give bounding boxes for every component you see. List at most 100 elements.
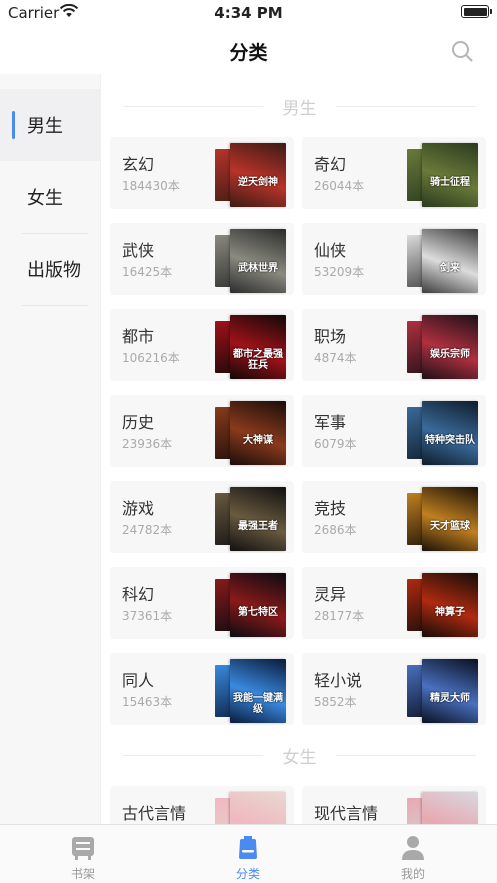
category-card[interactable]: 灵异 28177本 神算子	[302, 567, 486, 639]
category-name: 轻小说	[314, 671, 363, 690]
category-card[interactable]: 古代言情	[110, 786, 294, 824]
category-name: 现代言情	[314, 804, 379, 823]
category-book-count: 106216本	[122, 351, 180, 365]
category-card[interactable]: 武侠 16425本 武林世界	[110, 223, 294, 295]
category-card[interactable]: 仙侠 53209本 剑来	[302, 223, 486, 295]
category-card[interactable]: 科幻 37361本 第七特区	[110, 567, 294, 639]
category-name: 都市	[122, 327, 155, 346]
book-cover-title: 大神谋	[243, 435, 273, 446]
tab-bar: 书架 分类 我的	[0, 824, 497, 883]
category-card[interactable]: 奇幻 26044本 骑士征程	[302, 137, 486, 209]
book-cover-title: 娱乐宗师	[430, 349, 470, 360]
tab-bookshelf[interactable]: 书架	[33, 825, 133, 883]
category-icon	[239, 836, 257, 859]
book-cover-title: 特种突击队	[425, 435, 475, 446]
category-card[interactable]: 历史 23936本 大神谋	[110, 395, 294, 467]
section-header: 女生	[101, 741, 497, 771]
book-cover: 第七特区	[230, 573, 286, 637]
category-name: 科幻	[122, 585, 155, 604]
book-cover-title: 剑来	[440, 263, 460, 274]
sidebar-item-female[interactable]: 女生	[0, 161, 100, 233]
sidebar-item-label: 男生	[27, 116, 63, 137]
category-book-count: 53209本	[314, 265, 365, 279]
book-cover: 大神谋	[230, 401, 286, 465]
category-book-count: 4874本	[314, 351, 357, 365]
category-book-count: 26044本	[314, 179, 365, 193]
app-screen: Carrier 4:34 PM 分类 男生 女生 出版物 男生玄幻 184430本…	[0, 0, 497, 883]
category-card[interactable]: 都市 106216本 都市之最强狂兵	[110, 309, 294, 381]
book-cover-title: 天才篮球	[430, 521, 470, 532]
book-cover-title: 我能一键满级	[233, 693, 283, 715]
category-book-count: 16425本	[122, 265, 173, 279]
sidebar-item-publications[interactable]: 出版物	[0, 233, 100, 305]
category-card[interactable]: 游戏 24782本 最强王者	[110, 481, 294, 553]
category-name: 游戏	[122, 499, 155, 518]
book-cover-title: 神算子	[435, 607, 465, 618]
category-book-count: 6079本	[314, 437, 357, 451]
section-title: 女生	[282, 748, 317, 768]
category-name: 奇幻	[314, 155, 347, 174]
sidebar-item-label: 女生	[27, 188, 63, 209]
category-name: 职场	[314, 327, 347, 346]
category-name: 武侠	[122, 241, 155, 260]
tab-profile[interactable]: 我的	[363, 825, 463, 883]
category-book-count: 24782本	[122, 523, 173, 537]
book-cover: 天才篮球	[422, 487, 478, 551]
category-card[interactable]: 现代言情	[302, 786, 486, 824]
category-book-count: 23936本	[122, 437, 173, 451]
status-time: 4:34 PM	[214, 4, 283, 22]
book-cover: 都市之最强狂兵	[230, 315, 286, 379]
tab-label: 分类	[235, 867, 260, 881]
book-cover: 精灵大师	[422, 659, 478, 723]
tab-category[interactable]: 分类	[198, 825, 298, 883]
tab-label: 我的	[400, 867, 425, 881]
book-cover-title: 都市之最强狂兵	[233, 349, 283, 371]
section-header: 男生	[101, 92, 497, 122]
book-cover-title: 武林世界	[238, 263, 278, 274]
bookshelf-icon	[72, 837, 94, 860]
search-icon[interactable]	[451, 40, 473, 62]
user-icon	[402, 836, 424, 860]
book-cover: 剑来	[422, 229, 478, 293]
category-name: 仙侠	[314, 241, 347, 260]
sidebar-divider	[22, 305, 88, 306]
nav-bar: 分类	[0, 26, 497, 74]
category-card[interactable]: 军事 6079本 特种突击队	[302, 395, 486, 467]
category-name: 竞技	[314, 499, 347, 518]
category-card[interactable]: 轻小说 5852本 精灵大师	[302, 653, 486, 725]
category-sidebar: 男生 女生 出版物	[0, 74, 100, 824]
category-book-count: 184430本	[122, 179, 180, 193]
book-cover: 逆天剑神	[230, 143, 286, 207]
category-book-count: 15463本	[122, 695, 173, 709]
book-cover: 我能一键满级	[230, 659, 286, 723]
category-book-count: 37361本	[122, 609, 173, 623]
book-cover: 神算子	[422, 573, 478, 637]
category-name: 玄幻	[122, 155, 155, 174]
category-book-count: 2686本	[314, 523, 357, 537]
book-cover-title: 最强王者	[238, 521, 278, 532]
category-name: 历史	[122, 413, 155, 432]
status-bar: Carrier 4:34 PM	[0, 0, 497, 26]
category-card[interactable]: 职场 4874本 娱乐宗师	[302, 309, 486, 381]
page-title: 分类	[229, 42, 268, 64]
category-book-count: 28177本	[314, 609, 365, 623]
battery-icon	[461, 5, 492, 18]
book-cover-title: 第七特区	[238, 607, 278, 618]
book-cover: 最强王者	[230, 487, 286, 551]
category-name: 军事	[314, 413, 347, 432]
category-card[interactable]: 竞技 2686本 天才篮球	[302, 481, 486, 553]
category-card[interactable]: 同人 15463本 我能一键满级	[110, 653, 294, 725]
book-cover-title: 骑士征程	[430, 177, 470, 188]
category-card[interactable]: 玄幻 184430本 逆天剑神	[110, 137, 294, 209]
book-cover: 特种突击队	[422, 401, 478, 465]
category-name: 同人	[122, 671, 155, 690]
book-cover-title: 逆天剑神	[238, 177, 278, 188]
sidebar-item-male[interactable]: 男生	[0, 89, 100, 161]
book-cover	[230, 792, 286, 824]
book-cover	[422, 792, 478, 824]
category-name: 古代言情	[122, 804, 187, 823]
category-book-count: 5852本	[314, 695, 357, 709]
category-name: 灵异	[314, 585, 347, 604]
section-title: 男生	[282, 99, 317, 119]
book-cover: 娱乐宗师	[422, 315, 478, 379]
